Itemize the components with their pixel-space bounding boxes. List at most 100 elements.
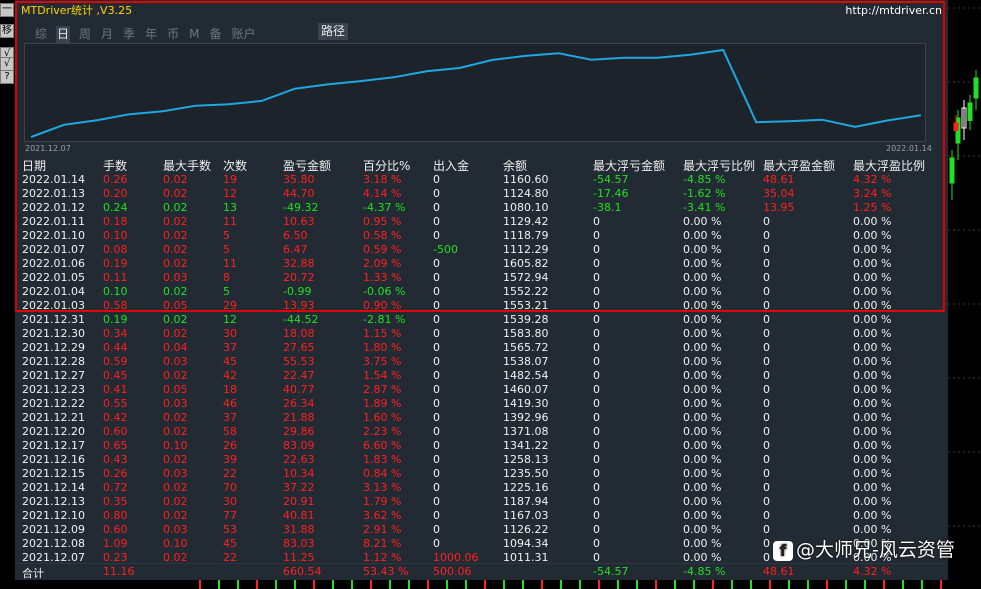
column-header[interactable]: 盈亏金额 — [283, 157, 331, 174]
table-cell: 0.58 % — [363, 229, 402, 242]
table-cell: 1.09 — [103, 537, 128, 550]
table-cell: 0.41 — [103, 383, 128, 396]
app-url-link[interactable]: http://mtdriver.cn — [845, 3, 942, 19]
table-cell: 83.03 — [283, 537, 315, 550]
tab-5[interactable]: 年 — [144, 26, 158, 43]
table-cell: 0 — [593, 495, 600, 508]
table-cell: 3.75 % — [363, 355, 402, 368]
table-cell: 0 — [433, 229, 440, 242]
column-header[interactable]: 手数 — [103, 157, 127, 174]
tab-3[interactable]: 月 — [100, 26, 114, 43]
table-cell: 22.63 — [283, 453, 315, 466]
column-header[interactable]: 出入金 — [433, 157, 469, 174]
table-cell: 0 — [763, 271, 770, 284]
table-cell: 0.10 — [103, 229, 128, 242]
column-header[interactable]: 百分比% — [363, 157, 410, 174]
table-cell: 0 — [593, 271, 600, 284]
table-cell: 12 — [223, 313, 237, 326]
table-cell: 0.95 % — [363, 215, 402, 228]
table-cell: 44.70 — [283, 187, 315, 200]
tab-1[interactable]: 日 — [56, 26, 71, 43]
total-cell: -4.85 % — [683, 565, 726, 578]
title-bar: MTDriver统计 ,V3.25 http://mtdriver.cn — [19, 3, 944, 19]
total-cell: 53.43 % — [363, 565, 409, 578]
table-cell: 0 — [593, 369, 600, 382]
tab-2[interactable]: 周 — [78, 26, 92, 43]
table-cell: 37 — [223, 341, 237, 354]
table-cell: 37.22 — [283, 481, 315, 494]
column-header[interactable]: 次数 — [223, 157, 247, 174]
path-button[interactable]: 路径 — [318, 23, 349, 40]
table-cell: 0.00 % — [853, 495, 892, 508]
tab-7[interactable]: M — [188, 26, 200, 43]
table-cell: 40.77 — [283, 383, 315, 396]
table-cell: 2021.12.21 — [22, 411, 85, 424]
column-header[interactable]: 最大浮亏比例 — [683, 157, 755, 174]
tab-8[interactable]: 备 — [208, 26, 222, 43]
column-header[interactable]: 余额 — [503, 157, 527, 174]
table-cell: 0.00 % — [683, 383, 722, 396]
bg-candle-body — [953, 122, 959, 131]
table-cell: 0 — [433, 537, 440, 550]
table-cell: 0.90 % — [363, 299, 402, 312]
table-cell: 0 — [433, 439, 440, 452]
table-cell: 0.10 — [103, 285, 128, 298]
column-header[interactable]: 最大浮亏金额 — [593, 157, 665, 174]
table-cell: 0 — [593, 243, 600, 256]
table-cell: 0.00 % — [683, 271, 722, 284]
table-cell: 0.59 % — [363, 243, 402, 256]
tab-0[interactable]: 综 — [34, 26, 48, 43]
table-cell: 13 — [223, 201, 237, 214]
table-cell: 1126.22 — [503, 523, 549, 536]
table-cell: 21.88 — [283, 411, 315, 424]
table-cell: -4.37 % — [363, 201, 406, 214]
table-cell: 0 — [763, 411, 770, 424]
table-cell: 10.34 — [283, 467, 315, 480]
table-cell: 0 — [433, 425, 440, 438]
tab-6[interactable]: 币 — [166, 26, 180, 43]
table-cell: 0.04 — [163, 341, 188, 354]
table-cell: 0 — [593, 229, 600, 242]
table-cell: 31.88 — [283, 523, 315, 536]
table-cell: 0.02 — [163, 229, 188, 242]
table-cell: 2021.12.17 — [22, 439, 85, 452]
table-cell: 1.89 % — [363, 397, 402, 410]
side-button-3[interactable]: √ — [0, 57, 14, 71]
table-cell: 6.47 — [283, 243, 308, 256]
table-cell: 0 — [763, 509, 770, 522]
side-button-0[interactable]: 一 — [0, 3, 14, 17]
table-cell: 0.00 % — [853, 299, 892, 312]
table-cell: 1094.34 — [503, 537, 549, 550]
column-header[interactable]: 最大浮盈金额 — [763, 157, 835, 174]
table-cell: -54.57 — [593, 173, 629, 186]
side-button-1[interactable]: 移 — [0, 24, 14, 38]
table-cell: 0.00 % — [853, 285, 892, 298]
table-cell: 0 — [593, 299, 600, 312]
column-header[interactable]: 最大浮盈比例 — [853, 157, 925, 174]
period-tabs: 综日周月季年币 M 备账户 — [34, 23, 265, 43]
table-cell: 0.00 % — [683, 397, 722, 410]
table-cell: 19 — [223, 173, 237, 186]
column-header[interactable]: 日期 — [22, 157, 46, 174]
table-cell: 1.83 % — [363, 453, 402, 466]
tab-9[interactable]: 账户 — [230, 26, 256, 43]
table-cell: 0.02 — [163, 369, 188, 382]
bg-candle-body — [973, 77, 979, 99]
table-cell: 1482.54 — [503, 369, 549, 382]
tab-4[interactable]: 季 — [122, 26, 136, 43]
column-header[interactable]: 最大手数 — [163, 157, 211, 174]
table-cell: 0.02 — [163, 453, 188, 466]
table-cell: 0 — [763, 285, 770, 298]
table-cell: 0 — [763, 355, 770, 368]
table-cell: 0 — [593, 257, 600, 270]
table-cell: 2021.12.14 — [22, 481, 85, 494]
table-cell: 0 — [433, 271, 440, 284]
side-button-4[interactable]: ? — [0, 70, 14, 84]
table-cell: 0.00 % — [853, 467, 892, 480]
table-cell: 0 — [593, 523, 600, 536]
table-cell: 53 — [223, 523, 237, 536]
table-cell: 0.19 — [103, 257, 128, 270]
bg-candle-body — [967, 102, 973, 121]
table-cell: 1.79 % — [363, 495, 402, 508]
table-cell: 0.05 — [163, 299, 188, 312]
